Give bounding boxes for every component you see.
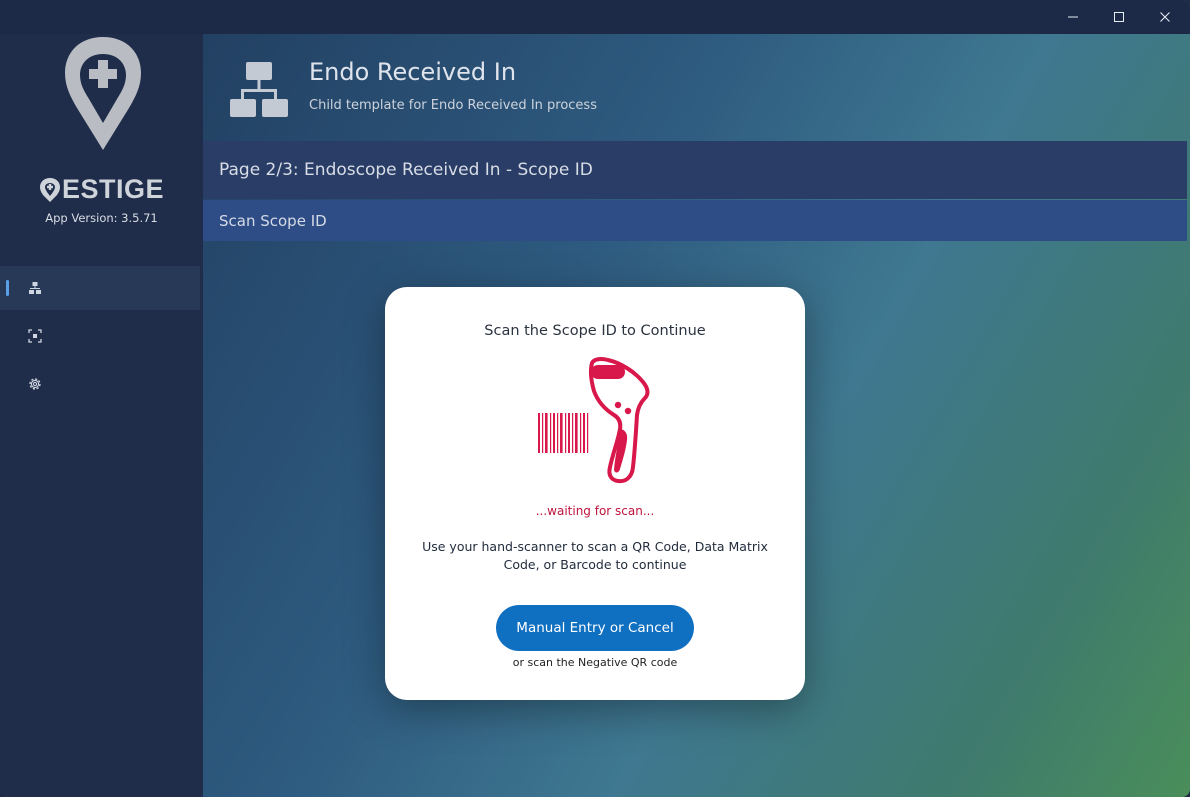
page-progress-bar: Page 2/3: Endoscope Received In - Scope … [203, 141, 1187, 199]
title-bar [0, 0, 1190, 34]
scan-status: ...waiting for scan... [535, 504, 655, 518]
close-icon [1160, 12, 1170, 22]
barcode-scanner-icon [538, 357, 650, 484]
vestige-logo-icon [65, 37, 141, 150]
close-button[interactable] [1142, 0, 1188, 34]
manual-entry-cancel-button[interactable]: Manual Entry or Cancel [496, 605, 694, 651]
nav-item-settings[interactable] [0, 362, 200, 406]
gear-icon [29, 378, 41, 390]
workflow-template-icon [230, 62, 288, 117]
page-subtitle: Child template for Endo Received In proc… [309, 98, 597, 113]
minimize-icon [1068, 16, 1078, 18]
scan-frame-icon [28, 329, 42, 343]
nav-item-workflow[interactable] [0, 266, 200, 310]
header: Endo Received In Child template for Endo… [203, 34, 1190, 140]
dialog-title: Scan the Scope ID to Continue [484, 323, 706, 339]
sidebar: ESTIGE App Version: 3.5.71 [0, 34, 203, 797]
app-version: App Version: 3.5.71 [45, 211, 158, 225]
active-indicator [6, 280, 9, 296]
step-bar: Scan Scope ID [203, 200, 1187, 241]
negative-qr-hint: or scan the Negative QR code [512, 656, 678, 669]
app-window: ESTIGE App Version: 3.5.71 Endo Received… [0, 0, 1190, 797]
step-label: Scan Scope ID [219, 211, 327, 230]
scan-dialog: Scan the Scope ID to Continue ...waiting… [385, 287, 805, 700]
maximize-icon [1114, 12, 1124, 22]
maximize-button[interactable] [1096, 0, 1142, 34]
scan-instructions: Use your hand-scanner to scan a QR Code,… [422, 539, 768, 572]
minimize-button[interactable] [1050, 0, 1096, 34]
page-title: Endo Received In [309, 58, 517, 86]
brand-name: ESTIGE [0, 174, 203, 205]
brand-text: ESTIGE [61, 174, 165, 204]
brand-v-mark-icon [39, 177, 60, 202]
workflow-icon [29, 282, 41, 294]
page-progress-label: Page 2/3: Endoscope Received In - Scope … [219, 160, 593, 180]
nav-item-scan[interactable] [0, 314, 200, 358]
